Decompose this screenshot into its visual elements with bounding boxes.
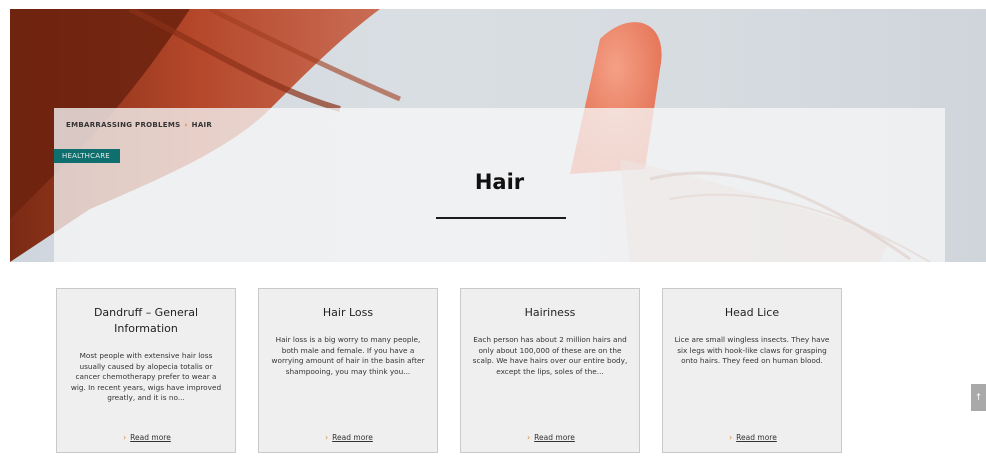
page-title: Hair	[474, 170, 525, 194]
article-card-hairiness[interactable]: Hairiness Each person has about 2 millio…	[460, 288, 640, 453]
scroll-to-top-button[interactable]: ↑	[971, 384, 986, 411]
read-more-label[interactable]: Read more	[130, 433, 171, 442]
read-more-label[interactable]: Read more	[736, 433, 777, 442]
card-text: Hair loss is a big worry to many people,…	[271, 335, 425, 376]
hero-banner: EMBARRASSING PROBLEMS › HAIR HEALTHCARE Ha…	[10, 9, 986, 262]
card-title[interactable]: Hairiness	[471, 305, 629, 321]
article-card-head-lice[interactable]: Head Lice Lice are small wingless insect…	[662, 288, 842, 453]
chevron-right-icon: ›	[527, 433, 531, 442]
read-more-link[interactable]: › Read more	[57, 433, 237, 442]
card-text: Lice are small wingless insects. They ha…	[674, 335, 830, 366]
breadcrumb-item-hair: HAIR	[191, 121, 213, 129]
hero-panel: EMBARRASSING PROBLEMS › HAIR HEALTHCARE Ha…	[54, 108, 945, 262]
article-card-dandruff[interactable]: Dandruff – General Information Most peop…	[56, 288, 236, 453]
card-title[interactable]: Hair Loss	[269, 305, 427, 321]
page-frame: EMBARRASSING PROBLEMS › HAIR HEALTHCARE Ha…	[10, 9, 986, 465]
card-text: Each person has about 2 million hairs an…	[472, 335, 628, 376]
read-more-link[interactable]: › Read more	[259, 433, 439, 442]
breadcrumb-separator-icon: ›	[184, 121, 188, 129]
breadcrumb: EMBARRASSING PROBLEMS › HAIR	[66, 121, 212, 129]
read-more-link[interactable]: › Read more	[461, 433, 641, 442]
breadcrumb-item-embarrassing-problems[interactable]: EMBARRASSING PROBLEMS	[66, 121, 180, 129]
chevron-right-icon: ›	[325, 433, 329, 442]
read-more-label[interactable]: Read more	[534, 433, 575, 442]
card-text: Most people with extensive hair loss usu…	[70, 351, 222, 403]
chevron-right-icon: ›	[729, 433, 733, 442]
read-more-link[interactable]: › Read more	[663, 433, 843, 442]
card-title[interactable]: Dandruff – General Information	[67, 305, 225, 337]
read-more-label[interactable]: Read more	[332, 433, 373, 442]
arrow-up-icon: ↑	[974, 392, 983, 403]
chevron-right-icon: ›	[123, 433, 127, 442]
article-card-hair-loss[interactable]: Hair Loss Hair loss is a big worry to ma…	[258, 288, 438, 453]
card-title[interactable]: Head Lice	[673, 305, 831, 321]
category-tag[interactable]: HEALTHCARE	[54, 149, 120, 163]
title-underline	[436, 217, 566, 219]
